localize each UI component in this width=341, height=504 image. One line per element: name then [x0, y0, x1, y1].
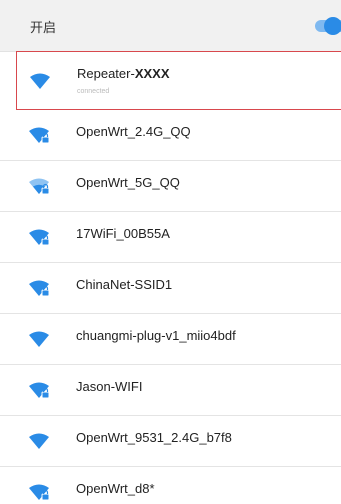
network-ssid: ChinaNet-SSID1 — [76, 277, 173, 292]
wifi-icon — [29, 433, 49, 449]
blank-patch — [72, 148, 110, 154]
network-ssid: 17WiFi_00B55A — [76, 226, 170, 241]
network-ssid: OpenWrt_d8* — [76, 481, 155, 496]
network-item[interactable]: OpenWrt_5G_QQ — [0, 161, 341, 212]
network-ssid: Jason-WIFI — [76, 379, 143, 394]
network-item[interactable]: 17WiFi_00B55A — [0, 212, 341, 263]
network-item[interactable]: OpenWrt_9531_2.4G_b7f8 — [0, 416, 341, 467]
network-item[interactable]: ChinaNet-SSID1 — [0, 263, 341, 314]
network-item[interactable]: OpenWrt_d8* — [0, 467, 341, 504]
wifi-lock-icon — [29, 382, 50, 399]
wifi-lock-weak-icon — [29, 178, 50, 195]
wifi-lock-icon — [29, 280, 50, 297]
network-item[interactable]: chuangmi-plug-v1_miio4bdf — [0, 314, 341, 365]
wifi-enable-label: 开启 — [30, 20, 57, 35]
network-ssid: OpenWrt_2.4G_QQ — [76, 124, 191, 139]
network-item[interactable]: OpenWrt_2.4G_QQ — [0, 110, 341, 161]
wifi-screen: 开启 Repeater-XXXX connected OpenWrt_2.4G_… — [0, 0, 341, 504]
wifi-toggle-switch[interactable] — [315, 17, 341, 35]
network-ssid: OpenWrt_5G_QQ — [76, 175, 180, 190]
toggle-knob — [324, 17, 341, 35]
wifi-lock-icon — [29, 127, 50, 144]
wifi-toggle-header: 开启 — [0, 0, 341, 52]
wifi-lock-icon — [29, 229, 50, 246]
wifi-icon — [29, 331, 49, 347]
network-ssid: OpenWrt_9531_2.4G_b7f8 — [76, 430, 232, 445]
wifi-lock-icon — [29, 484, 50, 501]
network-ssid: chuangmi-plug-v1_miio4bdf — [76, 328, 236, 343]
network-list: OpenWrt_2.4G_QQ OpenWrt_5G_QQ 17WiFi_00B… — [0, 52, 341, 504]
network-item[interactable]: Jason-WIFI — [0, 365, 341, 416]
